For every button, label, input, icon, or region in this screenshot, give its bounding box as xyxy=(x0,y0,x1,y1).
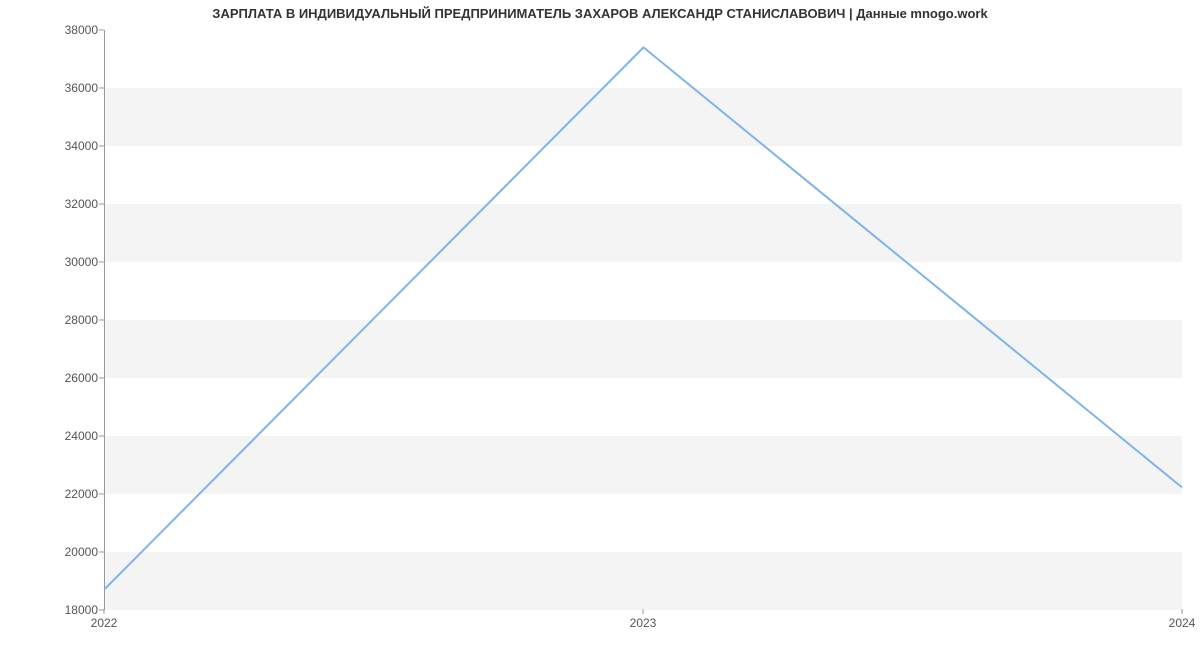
y-tick-label: 28000 xyxy=(48,313,98,327)
x-tick-mark xyxy=(1182,609,1183,614)
x-tick-label: 2023 xyxy=(630,616,657,630)
y-tick-mark xyxy=(99,436,104,437)
x-tick-mark xyxy=(643,609,644,614)
y-tick-label: 24000 xyxy=(48,429,98,443)
x-tick-label: 2022 xyxy=(91,616,118,630)
y-tick-mark xyxy=(99,204,104,205)
series-line xyxy=(105,47,1182,588)
y-tick-label: 38000 xyxy=(48,23,98,37)
y-tick-mark xyxy=(99,262,104,263)
chart-title: ЗАРПЛАТА В ИНДИВИДУАЛЬНЫЙ ПРЕДПРИНИМАТЕЛ… xyxy=(0,6,1200,21)
y-tick-label: 20000 xyxy=(48,545,98,559)
plot-area xyxy=(104,30,1182,610)
x-tick-label: 2024 xyxy=(1169,616,1196,630)
y-tick-label: 36000 xyxy=(48,81,98,95)
y-tick-mark xyxy=(99,494,104,495)
line-chart: ЗАРПЛАТА В ИНДИВИДУАЛЬНЫЙ ПРЕДПРИНИМАТЕЛ… xyxy=(0,0,1200,650)
y-tick-label: 32000 xyxy=(48,197,98,211)
y-tick-label: 18000 xyxy=(48,603,98,617)
line-layer xyxy=(105,30,1182,609)
y-tick-mark xyxy=(99,320,104,321)
y-tick-label: 22000 xyxy=(48,487,98,501)
y-tick-mark xyxy=(99,30,104,31)
x-tick-mark xyxy=(104,609,105,614)
y-tick-mark xyxy=(99,146,104,147)
y-tick-label: 30000 xyxy=(48,255,98,269)
y-tick-label: 26000 xyxy=(48,371,98,385)
y-tick-mark xyxy=(99,552,104,553)
y-tick-label: 34000 xyxy=(48,139,98,153)
y-tick-mark xyxy=(99,88,104,89)
y-tick-mark xyxy=(99,378,104,379)
